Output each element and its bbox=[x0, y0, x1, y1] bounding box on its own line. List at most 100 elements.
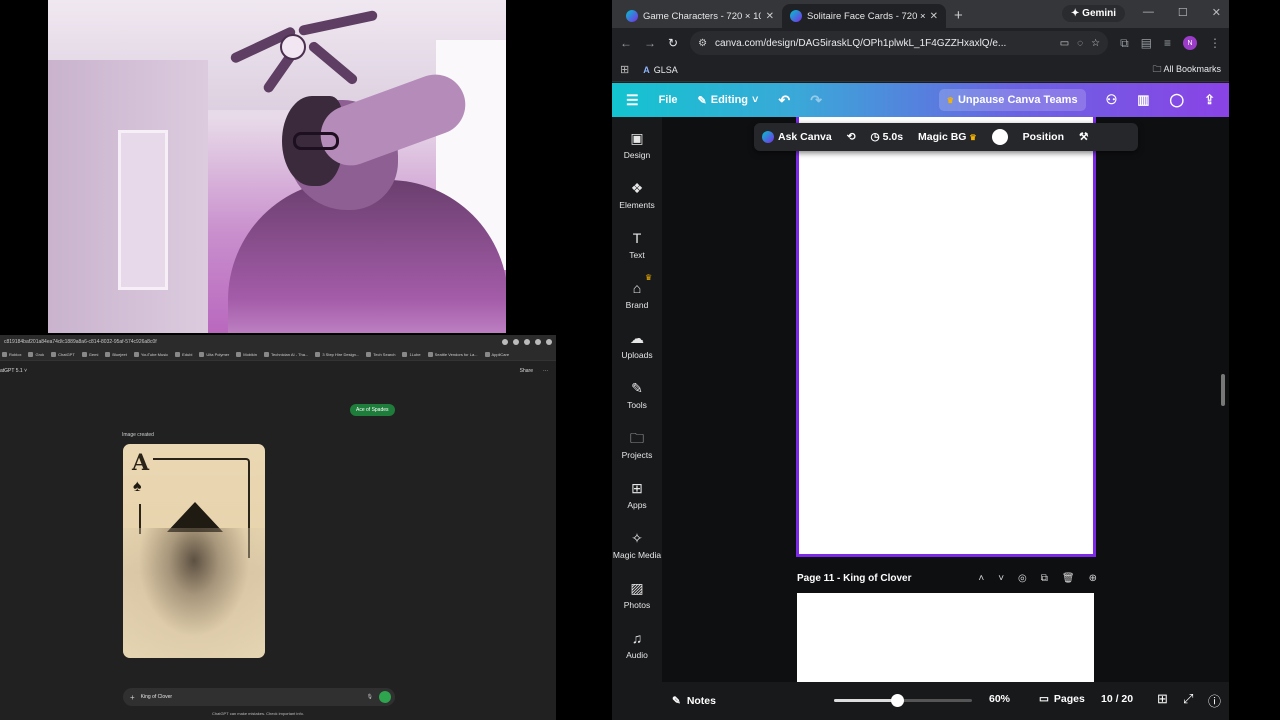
profile-icon[interactable] bbox=[535, 339, 541, 345]
generated-card-image[interactable]: A ♠ bbox=[123, 444, 265, 658]
profile-avatar[interactable]: N bbox=[1183, 36, 1197, 50]
pages-button[interactable]: ▭ Pages bbox=[1039, 693, 1085, 705]
omnibox[interactable]: ⚙ canva.com/design/DAG5iraskLQ/OPh1plwkL… bbox=[690, 31, 1109, 55]
extension-icon[interactable] bbox=[524, 339, 530, 345]
zoom-slider-handle[interactable] bbox=[891, 694, 905, 707]
background-color-swatch[interactable] bbox=[991, 129, 1008, 145]
paint-format-icon[interactable]: ⚒ bbox=[1079, 131, 1088, 143]
menu-icon[interactable] bbox=[546, 339, 552, 345]
new-tab-icon[interactable]: + bbox=[954, 7, 963, 24]
duplicate-page-icon[interactable]: ⧉ bbox=[1041, 573, 1048, 584]
reload-icon[interactable]: ↻ bbox=[668, 36, 678, 50]
share-icon[interactable]: ⇪ bbox=[1204, 92, 1215, 108]
grid-view-icon[interactable]: ⊞ bbox=[1157, 691, 1168, 707]
chatgpt-bookmark[interactable]: 3 Step Hire Design... bbox=[315, 352, 359, 357]
sidebar-item-audio[interactable]: ♫ Audio bbox=[612, 629, 662, 660]
comment-icon[interactable]: ◯ bbox=[1170, 92, 1185, 108]
selected-page[interactable] bbox=[796, 117, 1096, 557]
add-page-icon[interactable]: ⊕ bbox=[1089, 573, 1097, 584]
minimize-icon[interactable]: — bbox=[1143, 6, 1154, 19]
close-icon[interactable]: ✕ bbox=[930, 11, 938, 22]
bookmark-star-icon[interactable]: ☆ bbox=[1091, 38, 1100, 49]
tab-solitaire-face-cards[interactable]: Solitaire Face Cards - 720 × 1080 ✕ bbox=[782, 4, 946, 28]
sidebar-item-brand[interactable]: ⌂ Brand ♛ bbox=[612, 273, 662, 310]
hide-page-icon[interactable]: ◎ bbox=[1018, 573, 1027, 584]
chatgpt-urlbar[interactable]: c819184baf201a84ea74d/c1889a8a6-c814-803… bbox=[0, 335, 556, 349]
sidebar-item-text[interactable]: T Text bbox=[612, 229, 662, 260]
site-info-icon[interactable]: ⚙ bbox=[698, 38, 707, 49]
sidepanel-icon[interactable]: ▤ bbox=[1141, 36, 1152, 50]
forward-icon[interactable]: → bbox=[644, 36, 656, 50]
help-icon[interactable]: ⓘ bbox=[1208, 691, 1221, 710]
close-window-icon[interactable]: ✕ bbox=[1212, 6, 1221, 19]
chatgpt-bookmark[interactable]: Edubi bbox=[175, 352, 192, 357]
position-button[interactable]: Position bbox=[1023, 131, 1064, 143]
sidebar-item-uploads[interactable]: ☁ Uploads bbox=[612, 329, 662, 360]
page-title[interactable]: Page 11 - King of Clover bbox=[797, 573, 911, 584]
chatgpt-bookmark[interactable]: Ulta Polymer bbox=[199, 352, 229, 357]
send-icon[interactable] bbox=[379, 691, 391, 703]
zoom-slider[interactable] bbox=[834, 694, 972, 707]
redo-icon[interactable]: ↷ bbox=[810, 92, 822, 109]
bookmark-glsa[interactable]: GLSA bbox=[654, 65, 678, 75]
chat-input[interactable]: + King of Clover 🎙 bbox=[123, 688, 395, 706]
sidebar-item-projects[interactable]: 🗀 Projects bbox=[612, 429, 662, 460]
chatgpt-url[interactable]: c819184baf201a84ea74d/c1889a8a6-c814-803… bbox=[4, 339, 157, 345]
sidebar-item-elements[interactable]: ❖ Elements bbox=[612, 179, 662, 210]
model-selector[interactable]: atGPT 5.1 ˅ bbox=[0, 368, 27, 374]
hamburger-menu-icon[interactable]: ☰ bbox=[626, 92, 639, 109]
chatgpt-bookmark[interactable]: Bluejeet bbox=[105, 352, 127, 357]
insights-icon[interactable]: ▥ bbox=[1137, 92, 1149, 108]
chatgpt-bookmark[interactable]: Grok bbox=[28, 352, 44, 357]
chatgpt-bookmark[interactable]: Roblox bbox=[2, 352, 21, 357]
editing-menu[interactable]: ✎ Editing ˅ bbox=[698, 94, 759, 107]
ask-canva-button[interactable]: Ask Canva bbox=[762, 131, 832, 144]
duration-button[interactable]: ◷ 5.0s bbox=[871, 131, 904, 143]
sidebar-item-photos[interactable]: ▨ Photos bbox=[612, 579, 662, 610]
apps-grid-icon[interactable]: ⊞ bbox=[620, 63, 629, 76]
chevron-down-icon[interactable]: ˅ bbox=[998, 573, 1004, 584]
chatgpt-bookmark[interactable]: ChatGPT bbox=[51, 352, 75, 357]
back-icon[interactable]: ← bbox=[620, 36, 632, 50]
chat-input-text[interactable]: King of Clover bbox=[141, 694, 361, 700]
chatgpt-bookmark[interactable]: Tech Search bbox=[366, 352, 395, 357]
sidebar-item-magic-media[interactable]: ✧ Magic Media bbox=[612, 529, 662, 560]
scrollbar[interactable] bbox=[1221, 374, 1225, 406]
maximize-icon[interactable]: ☐ bbox=[1178, 6, 1188, 19]
chatgpt-bookmark[interactable]: Technician AI - Tha... bbox=[264, 352, 308, 357]
all-bookmarks[interactable]: 🗀 All Bookmarks bbox=[1152, 62, 1221, 78]
notes-button[interactable]: ✎ Notes bbox=[672, 695, 716, 707]
gemini-button[interactable]: ✦ Gemini bbox=[1062, 5, 1126, 22]
zoom-value[interactable]: 60% bbox=[989, 693, 1010, 705]
animate-icon[interactable]: ⟲ bbox=[847, 131, 856, 143]
url-text[interactable]: canva.com/design/DAG5iraskLQ/OPh1plwkL_1… bbox=[715, 38, 1052, 49]
chatgpt-bookmark[interactable]: Seattle Vendors for La... bbox=[427, 352, 478, 357]
delete-page-icon[interactable]: 🗑 bbox=[1062, 573, 1075, 584]
sidebar-item-tools[interactable]: ✎ Tools bbox=[612, 379, 662, 410]
file-menu[interactable]: File bbox=[659, 94, 678, 106]
fullscreen-icon[interactable]: ⤢ bbox=[1183, 691, 1193, 707]
chatgpt-bookmark[interactable]: YouTube Music bbox=[133, 352, 168, 357]
more-icon[interactable]: ··· bbox=[543, 368, 548, 374]
mic-icon[interactable]: 🎙 bbox=[367, 694, 373, 700]
chevron-up-icon[interactable]: ˄ bbox=[978, 573, 984, 584]
chatgpt-bookmark[interactable]: 1Lube bbox=[402, 352, 421, 357]
extensions-icon[interactable]: ⧉ bbox=[1120, 36, 1129, 51]
media-icon[interactable]: ≡ bbox=[1164, 36, 1171, 50]
tab-game-characters[interactable]: Game Characters - 720 × 1080 ✕ bbox=[618, 4, 782, 28]
undo-icon[interactable]: ↶ bbox=[778, 92, 790, 109]
star-icon[interactable] bbox=[502, 339, 508, 345]
chatgpt-bookmark[interactable]: Mobikin bbox=[236, 352, 257, 357]
chatgpt-bookmark[interactable]: Gemi bbox=[81, 352, 98, 357]
plus-icon[interactable]: + bbox=[130, 693, 135, 702]
sidebar-item-apps[interactable]: ⊞ Apps bbox=[612, 479, 662, 510]
eye-off-icon[interactable]: ◌ bbox=[1077, 38, 1083, 49]
chrome-menu-icon[interactable]: ⋮ bbox=[1209, 36, 1221, 50]
people-icon[interactable]: ⚇ bbox=[1106, 92, 1118, 108]
sidebar-item-design[interactable]: ▣ Design bbox=[612, 129, 662, 160]
magic-bg-button[interactable]: Magic BG ♛ bbox=[918, 131, 977, 143]
unpause-teams-button[interactable]: ♛ Unpause Canva Teams bbox=[938, 89, 1086, 111]
page-11-canvas[interactable] bbox=[797, 593, 1094, 682]
close-icon[interactable]: ✕ bbox=[766, 11, 774, 22]
chatgpt-bookmark[interactable]: AppliCare bbox=[484, 352, 509, 357]
